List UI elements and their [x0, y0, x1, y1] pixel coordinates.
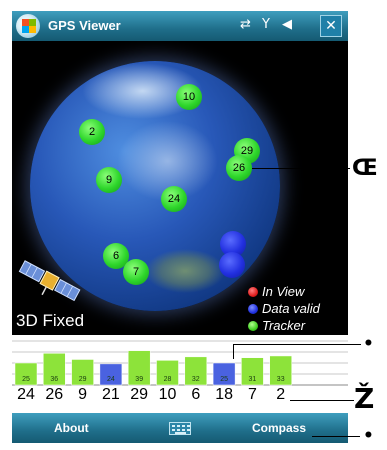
window-title: GPS Viewer [48, 18, 121, 33]
snr-label: 32 [192, 376, 200, 383]
satellite-marker[interactable]: 10 [176, 84, 202, 110]
keyboard-icon[interactable] [169, 422, 191, 435]
legend-item: Tracker [248, 317, 348, 334]
sky-view: 10 2 29 26 9 24 6 7 3D Fixed In View Dat… [12, 41, 348, 335]
callout-line [233, 344, 361, 345]
prn-label: 18 [215, 386, 233, 403]
prn-label: 6 [191, 386, 201, 403]
snr-label: 39 [135, 376, 143, 383]
volume-icon[interactable]: ◀ [282, 17, 292, 32]
connectivity-icon[interactable]: ⇄ [240, 17, 251, 32]
legend: In View Data valid Tracker [248, 283, 348, 334]
snr-label: 36 [50, 376, 58, 383]
title-bar: GPS Viewer ⇄ Y ◀ ✕ [12, 11, 348, 41]
snr-label: 31 [249, 376, 257, 383]
satellite-marker[interactable]: 9 [96, 167, 122, 193]
signal-icon[interactable]: Y [262, 17, 270, 32]
legend-label: Tracker [262, 318, 306, 333]
snr-label: 24 [107, 376, 115, 383]
figure-root: GPS Viewer ⇄ Y ◀ ✕ 10 2 29 26 9 24 6 7 3… [0, 0, 387, 450]
fix-status: 3D Fixed [16, 311, 85, 330]
legend-swatch [248, 304, 258, 314]
prn-label: 24 [17, 386, 35, 403]
close-button[interactable]: ✕ [320, 15, 342, 37]
satellite-marker[interactable]: 7 [123, 259, 149, 285]
signal-bar-chart: 25 36 29 24 39 28 32 25 31 33 [12, 340, 348, 386]
prn-label: 9 [78, 386, 88, 403]
signal-strength-panel: 25 36 29 24 39 28 32 25 31 33 24 26 9 21 29 10 6 18 7 2 [12, 335, 348, 413]
logo-quadrant-green [29, 19, 36, 26]
snr-label: 28 [164, 376, 172, 383]
satellite-marker[interactable]: 24 [161, 186, 187, 212]
compass-button[interactable]: Compass [252, 421, 306, 435]
satellite-icon [18, 260, 81, 302]
legend-swatch [248, 321, 258, 331]
snr-label: 25 [220, 376, 228, 383]
legend-item: In View [248, 283, 348, 300]
snr-label: 33 [277, 376, 285, 383]
prn-label: 7 [247, 386, 257, 403]
snr-label: 25 [22, 376, 30, 383]
prn-label: 21 [101, 386, 120, 403]
logo-quadrant-yellow [29, 26, 36, 33]
prn-label: 10 [158, 386, 177, 403]
callout-line [290, 400, 354, 401]
callout-line [312, 436, 360, 437]
prn-label-row: 24 26 9 21 29 10 6 18 7 2 [12, 386, 348, 408]
callout-label: • [363, 334, 374, 354]
prn-label: 26 [45, 386, 64, 403]
callout-line [233, 344, 234, 359]
legend-label: Data valid [262, 301, 320, 316]
satellite-marker[interactable] [219, 252, 245, 278]
prn-label: 2 [276, 386, 286, 403]
logo-quadrant-red [22, 19, 29, 26]
snr-label: 29 [79, 376, 87, 383]
legend-label: In View [262, 284, 305, 299]
satellite-marker[interactable]: 2 [79, 119, 105, 145]
legend-item: Data valid [248, 300, 348, 317]
menu-bar: About Compass [12, 413, 348, 443]
callout-line [252, 168, 350, 169]
callout-label: Œ [352, 156, 378, 181]
legend-swatch [248, 287, 258, 297]
prn-label: 29 [130, 386, 149, 403]
device-screen: GPS Viewer ⇄ Y ◀ ✕ 10 2 29 26 9 24 6 7 3… [12, 11, 348, 443]
logo-quadrant-blue [22, 26, 29, 33]
about-button[interactable]: About [54, 421, 89, 435]
satellite-marker[interactable]: 26 [226, 155, 252, 181]
start-icon[interactable] [16, 14, 40, 38]
callout-label: Ž [354, 382, 375, 415]
callout-label: • [363, 426, 374, 446]
